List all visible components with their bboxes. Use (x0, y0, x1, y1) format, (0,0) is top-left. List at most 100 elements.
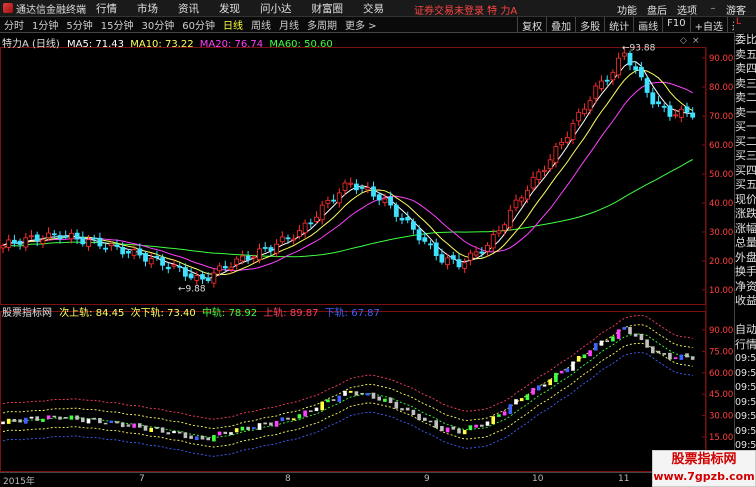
y-tick-label: 20.00 (709, 257, 733, 267)
side-item[interactable]: 09:51 (735, 352, 756, 367)
menu-function[interactable]: 功能 (612, 2, 642, 17)
minimize-icon[interactable]: – (706, 2, 720, 14)
app-logo-icon (3, 2, 13, 13)
side-item[interactable]: 09:52 (735, 381, 756, 396)
side-item[interactable]: 买四 (735, 164, 756, 179)
side-item[interactable]: 自动 (735, 323, 756, 338)
side-item[interactable]: 卖四 (735, 62, 756, 77)
side-item[interactable]: 买一 (735, 120, 756, 135)
side-item[interactable]: 总量 (735, 236, 756, 251)
side-item[interactable]: 卖一 (735, 106, 756, 121)
candle-body (399, 217, 405, 221)
side-item[interactable]: 现价 (735, 193, 756, 208)
indicator-bar (326, 399, 330, 403)
tool-adjust[interactable]: 复权 (517, 17, 546, 33)
side-item[interactable]: 行情 (735, 338, 756, 353)
indicator-bar (172, 431, 176, 434)
side-item[interactable]: 卖五 (735, 48, 756, 63)
indicator-bar (86, 418, 91, 424)
candle-body (291, 238, 297, 241)
tool-draw[interactable]: 画线 (633, 17, 662, 33)
side-item[interactable]: 外盘 (735, 251, 756, 266)
indicator-bar (462, 430, 467, 435)
tool-overlay[interactable]: 叠加 (546, 17, 575, 33)
indicator-bar (690, 356, 695, 360)
side-item[interactable]: 委比 (735, 33, 756, 48)
side-item[interactable]: 涨幅 (735, 222, 756, 237)
candle-body (131, 249, 137, 256)
period-monthly[interactable]: 月线 (275, 17, 303, 32)
menu-item-news[interactable]: 资讯 (168, 1, 209, 16)
tool-stats[interactable]: 统计 (604, 17, 633, 33)
indicator-bar (514, 399, 518, 405)
side-item[interactable]: 买二 (735, 135, 756, 150)
candle-body (296, 230, 302, 237)
candle-body (667, 105, 673, 117)
indicator-bar (35, 416, 39, 421)
candle-body (462, 262, 468, 269)
period-15min[interactable]: 15分钟 (97, 17, 138, 32)
kline-chart[interactable]: 90.00 80.00 70.00 60.00 50.00 40.00 30.00 20.00… (0, 33, 734, 472)
indicator-bar (537, 385, 541, 391)
indicator-bar (257, 423, 262, 430)
indicator-bar (183, 432, 188, 439)
side-item[interactable]: 净资 (735, 280, 756, 295)
menu-item-quotes[interactable]: 行情 (86, 1, 127, 16)
indicator-bar (348, 390, 353, 393)
period-weekly[interactable]: 周线 (247, 17, 275, 32)
period-intraday[interactable]: 分时 (0, 17, 28, 32)
menu-item-trade[interactable]: 交易 (353, 1, 394, 16)
menu-item-wealth[interactable]: 财富圈 (302, 1, 354, 16)
side-item[interactable]: 涨跌 (735, 207, 756, 222)
chart-settings-icon[interactable]: ◇ (680, 36, 687, 46)
side-item[interactable]: 卖三 (735, 77, 756, 92)
period-more[interactable]: 更多 > (341, 17, 381, 32)
menu-options[interactable]: 选项 (672, 2, 702, 17)
candle-body (285, 237, 291, 240)
app-title: 通达信金融终端 (0, 1, 86, 16)
menu-after-hours[interactable]: 盘后 (642, 2, 672, 17)
menu-right: 功能 盘后 选项 (612, 2, 702, 17)
side-item[interactable]: 收益 (735, 294, 756, 309)
candle-body (182, 267, 188, 277)
menu-item-market[interactable]: 市场 (127, 1, 168, 16)
tool-f10[interactable]: F10 (662, 17, 689, 33)
period-5min[interactable]: 5分钟 (62, 17, 96, 32)
side-item[interactable]: 09:52 (735, 410, 756, 425)
period-30min[interactable]: 30分钟 (137, 17, 178, 32)
period-daily[interactable]: 日线 (219, 17, 247, 32)
indicator-bar (383, 398, 387, 402)
login-alert[interactable]: 证券交易未登录 特 力A (414, 2, 517, 17)
period-1min[interactable]: 1分钟 (28, 17, 62, 32)
y-tick-label: 10.00 (709, 286, 733, 296)
side-item[interactable]: 买五 (735, 178, 756, 193)
indicator-bar (468, 425, 473, 431)
time-axis: 2015年 7 8 9 10 11 (0, 472, 734, 487)
tool-add-watchlist[interactable]: +自选 (689, 17, 727, 33)
period-60min[interactable]: 60分钟 (178, 17, 219, 32)
side-corner-label: L (736, 17, 742, 27)
candle-body (6, 239, 12, 248)
indicator-bar (149, 427, 153, 432)
side-item[interactable]: 卖二 (735, 91, 756, 106)
user-label[interactable]: 游客 (726, 2, 746, 17)
side-item[interactable]: 买三 (735, 149, 756, 164)
chart-close-icon[interactable]: × (692, 36, 700, 46)
side-item[interactable]: 09:51 (735, 367, 756, 382)
tool-multi-stock[interactable]: 多股 (575, 17, 604, 33)
indicator-bar (451, 426, 456, 430)
candle-body (371, 186, 376, 197)
side-item[interactable]: 换手 (735, 265, 756, 280)
stock-label[interactable]: 特力A (日线) (2, 39, 60, 50)
candle-body (479, 251, 485, 254)
period-multi[interactable]: 多周期 (303, 17, 341, 32)
side-item[interactable]: 09:52 (735, 425, 756, 440)
menu-item-discover[interactable]: 发现 (209, 1, 250, 16)
menu-item-ask[interactable]: 问小达 (250, 1, 302, 16)
indicator-name[interactable]: 股票指标网 (2, 308, 52, 319)
side-item[interactable] (735, 309, 756, 324)
candle-body (165, 266, 171, 270)
side-item[interactable]: 09:52 (735, 396, 756, 411)
indicator-bar (354, 391, 359, 396)
indicator-bar (274, 420, 279, 427)
